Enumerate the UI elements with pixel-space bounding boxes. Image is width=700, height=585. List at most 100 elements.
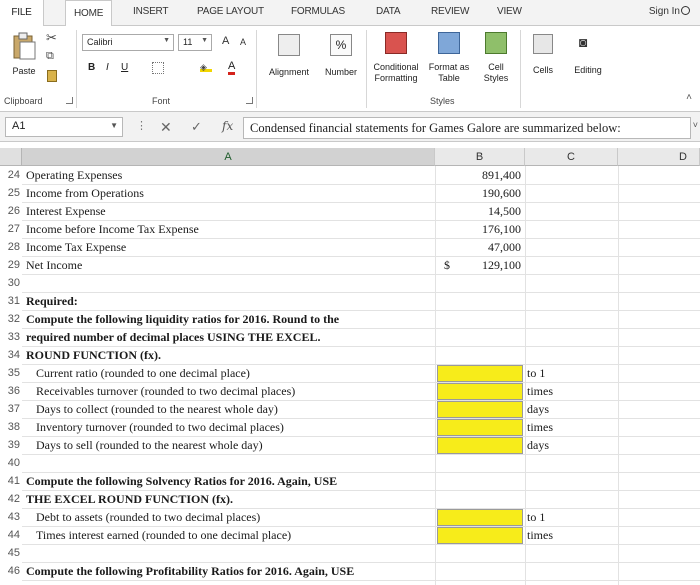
tab-home[interactable]: HOME [65, 0, 113, 27]
answer-input-cell[interactable] [437, 383, 523, 400]
cell-a[interactable]: Debt to assets (rounded to two decimal p… [36, 508, 260, 526]
formula-input[interactable]: Condensed financial statements for Games… [243, 117, 691, 139]
cell-a[interactable]: ROUND FUNCTION (fx). [26, 346, 161, 364]
tab-review[interactable]: REVIEW [431, 6, 469, 17]
underline-button[interactable]: U [121, 62, 128, 73]
select-all-corner[interactable] [0, 148, 22, 166]
cell-b[interactable]: 14,500 [435, 202, 521, 220]
italic-button[interactable]: I [106, 62, 109, 73]
font-launcher-icon[interactable] [246, 97, 253, 104]
worksheet-grid[interactable]: A B C D 24 Operating Expenses 891,400 25 Inc… [0, 142, 700, 585]
cell-a[interactable]: Days to sell (rounded to the nearest who… [36, 436, 263, 454]
cell-a[interactable]: Times interest earned (rounded to one de… [36, 526, 291, 544]
cell-a[interactable]: Net Income [26, 256, 82, 274]
row-header[interactable]: 36 [0, 382, 22, 400]
row-header[interactable]: 27 [0, 220, 22, 238]
row-header[interactable]: 25 [0, 184, 22, 202]
cell-styles-button[interactable]: Cell Styles [474, 32, 518, 92]
row-header[interactable]: 35 [0, 364, 22, 382]
cell-b[interactable]: 47,000 [435, 238, 521, 256]
answer-input-cell[interactable] [437, 401, 523, 418]
column-header-a[interactable]: A [22, 148, 435, 166]
grow-font-button[interactable]: A [222, 35, 229, 47]
font-color-button[interactable]: A [228, 60, 236, 75]
cell-a[interactable]: Required: [26, 292, 78, 310]
answer-input-cell[interactable] [437, 509, 523, 526]
tab-insert[interactable]: INSERT [133, 6, 168, 17]
row-header[interactable]: 40 [0, 454, 22, 472]
row-header[interactable]: 30 [0, 274, 22, 292]
cut-icon[interactable]: ✂ [46, 30, 57, 46]
number-button[interactable]: % Number [318, 32, 364, 88]
cell-a[interactable]: THE EXCEL ROUND FUNCTION (fx). [26, 490, 233, 508]
row-header[interactable]: 28 [0, 238, 22, 256]
format-painter-icon[interactable] [47, 70, 57, 82]
cell-b[interactable]: 129,100 [435, 256, 521, 274]
row-header[interactable]: 32 [0, 310, 22, 328]
answer-input-cell[interactable] [437, 419, 523, 436]
row-header[interactable]: 29 [0, 256, 22, 274]
cell-a[interactable]: Income from Operations [26, 184, 144, 202]
tab-view[interactable]: VIEW [497, 6, 522, 17]
row-header[interactable]: 33 [0, 328, 22, 346]
row-header[interactable]: 43 [0, 508, 22, 526]
column-header-b[interactable]: B [435, 148, 525, 166]
column-header-d[interactable]: D [618, 148, 700, 166]
format-as-table-button[interactable]: Format as Table [426, 32, 472, 92]
cells-button[interactable]: Cells [524, 32, 562, 88]
answer-input-cell[interactable] [437, 365, 523, 382]
paste-button[interactable]: Paste [6, 32, 42, 88]
column-header-c[interactable]: C [525, 148, 618, 166]
editing-button[interactable]: ◙ Editing [566, 32, 610, 88]
conditional-formatting-button[interactable]: Conditional Formatting [368, 32, 424, 92]
cell-b[interactable]: 190,600 [435, 184, 521, 202]
answer-input-cell[interactable] [437, 437, 523, 454]
font-name-select[interactable]: Calibri ▼ [82, 34, 174, 51]
row-header[interactable]: 38 [0, 418, 22, 436]
tab-data[interactable]: DATA [376, 6, 401, 17]
row-header[interactable]: 26 [0, 202, 22, 220]
row-header[interactable]: 39 [0, 436, 22, 454]
row-header[interactable]: 34 [0, 346, 22, 364]
borders-icon[interactable] [152, 62, 164, 74]
cell-a[interactable]: Days to collect (rounded to the nearest … [36, 400, 278, 418]
row-header[interactable]: 44 [0, 526, 22, 544]
bold-button[interactable]: B [88, 62, 95, 73]
tab-file[interactable]: FILE [0, 0, 44, 26]
cell-a[interactable]: Operating Expenses [26, 166, 122, 184]
check-icon[interactable]: ✓ [191, 119, 202, 135]
cell-b[interactable]: 891,400 [435, 166, 521, 184]
cell-a[interactable]: Compute the following Profitability Rati… [26, 562, 354, 580]
cell-a[interactable]: required number of decimal places USING … [26, 328, 320, 346]
answer-input-cell[interactable] [437, 527, 523, 544]
collapse-ribbon-icon[interactable]: ˄ [686, 92, 692, 103]
expand-formula-icon[interactable]: ˅ [693, 120, 698, 130]
alignment-button[interactable]: Alignment [260, 32, 318, 88]
tab-page-layout[interactable]: PAGE LAYOUT [197, 6, 264, 17]
font-size-select[interactable]: 11 ▼ [178, 34, 212, 51]
clipboard-launcher-icon[interactable] [66, 97, 73, 104]
cell-a[interactable]: Inventory turnover (rounded to two decim… [36, 418, 284, 436]
cell-b[interactable]: 176,100 [435, 220, 521, 238]
insert-function-button[interactable]: fx [222, 119, 233, 133]
cell-a[interactable]: Income Tax Expense [26, 238, 126, 256]
tab-formulas[interactable]: FORMULAS [291, 6, 345, 17]
row-header[interactable]: 37 [0, 400, 22, 418]
cell-a[interactable]: Interest Expense [26, 202, 106, 220]
copy-icon[interactable]: ⧉ [46, 50, 54, 63]
more-options-icon[interactable]: ⋮ [136, 119, 147, 132]
fill-color-icon[interactable]: ◈ [200, 62, 212, 72]
sign-in-link[interactable]: Sign In [649, 6, 690, 17]
row-header[interactable]: 31 [0, 292, 22, 310]
row-header[interactable]: 45 [0, 544, 22, 562]
cell-a[interactable]: Compute the following Solvency Ratios fo… [26, 472, 337, 490]
row-header[interactable]: 24 [0, 166, 22, 184]
cancel-icon[interactable]: ✕ [160, 119, 172, 136]
cell-a[interactable]: Current ratio (rounded to one decimal pl… [36, 364, 250, 382]
name-box[interactable]: A1 ▼ [5, 117, 123, 137]
shrink-font-button[interactable]: A [240, 37, 246, 47]
row-header[interactable]: 41 [0, 472, 22, 490]
row-header[interactable]: 46 [0, 562, 22, 580]
cell-a[interactable]: Compute the following liquidity ratios f… [26, 310, 339, 328]
row-header[interactable]: 42 [0, 490, 22, 508]
